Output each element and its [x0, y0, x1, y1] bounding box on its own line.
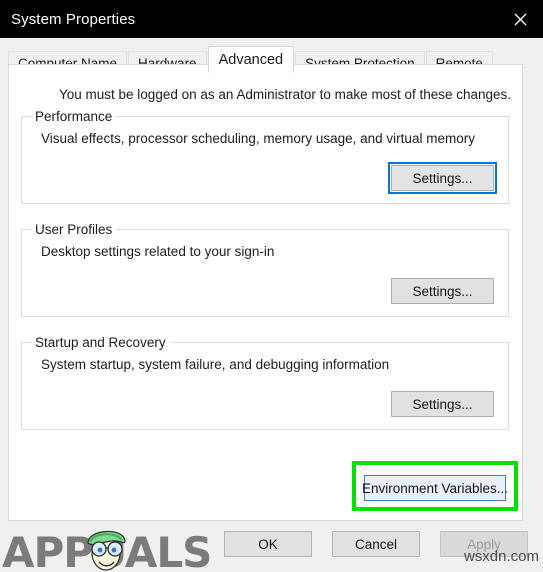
startup-recovery-group: Startup and Recovery System startup, sys…	[21, 335, 509, 430]
tab-strip: Computer Name Hardware Advanced System P…	[0, 38, 543, 74]
tab-advanced[interactable]: Advanced	[207, 46, 295, 73]
performance-group: Performance Visual effects, processor sc…	[21, 109, 509, 204]
environment-variables-button[interactable]: Environment Variables...	[362, 475, 508, 501]
startup-recovery-description: System startup, system failure, and debu…	[41, 357, 390, 372]
startup-recovery-group-label: Startup and Recovery	[31, 335, 170, 350]
user-profiles-group: User Profiles Desktop settings related t…	[21, 222, 509, 317]
startup-recovery-settings-button[interactable]: Settings...	[391, 391, 494, 417]
close-icon	[514, 13, 527, 26]
window-title: System Properties	[11, 10, 136, 28]
user-profiles-group-label: User Profiles	[31, 222, 117, 237]
performance-settings-button[interactable]: Settings...	[388, 162, 497, 194]
advanced-tab-panel: You must be logged on as an Administrato…	[8, 64, 523, 521]
close-button[interactable]	[497, 0, 543, 38]
environment-variables-highlight-annotation: Environment Variables...	[352, 461, 518, 511]
user-profiles-settings-button[interactable]: Settings...	[391, 278, 494, 304]
cancel-button[interactable]: Cancel	[332, 531, 420, 557]
performance-group-label: Performance	[31, 109, 117, 124]
user-profiles-description: Desktop settings related to your sign-in	[41, 244, 275, 259]
dialog-footer: OK Cancel Apply	[0, 521, 543, 572]
apply-button: Apply	[440, 531, 528, 557]
performance-description: Visual effects, processor scheduling, me…	[41, 131, 475, 146]
administrator-notice: You must be logged on as an Administrato…	[59, 87, 512, 102]
window-titlebar: System Properties	[0, 0, 543, 38]
ok-button[interactable]: OK	[224, 531, 312, 557]
system-properties-window: System Properties Computer Name Hardware…	[0, 0, 543, 572]
